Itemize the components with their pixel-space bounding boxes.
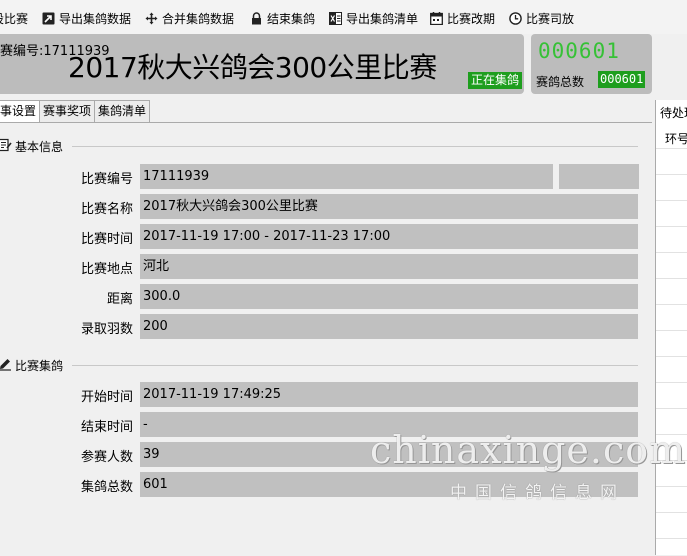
race-location-field[interactable]: 河北 [140, 254, 638, 279]
admitted-count-field[interactable]: 200 [140, 314, 638, 339]
tab-race-settings[interactable]: 事设置 [0, 100, 41, 122]
race-name-label: 比赛名称 [80, 202, 133, 217]
tab-race-awards[interactable]: 赛事奖项 [39, 100, 96, 122]
list-row-divider [656, 174, 687, 175]
pigeon-total-value: 000601 [598, 71, 646, 88]
race-header-panel: 赛编号:17111939 2017秋大兴鸽会300公里比赛 正在集鸽 [0, 34, 524, 94]
collection-total-label: 集鸽总数 [80, 480, 133, 495]
distance-field[interactable]: 300.0 [140, 284, 638, 309]
list-row-divider [656, 200, 687, 201]
basic-info-heading: 基本信息 [0, 138, 63, 154]
site-watermark-cn: 中国信鸽信息网 [450, 483, 625, 503]
distance-label: 距离 [106, 292, 133, 307]
merge-collection-data-label: 合并集鸽数据 [162, 11, 235, 26]
tab-bar: 事设置 赛事奖项 集鸽清单 [0, 100, 151, 122]
site-watermark: chinaxinge.com [370, 428, 687, 472]
list-row-divider [656, 538, 687, 539]
race-time-field[interactable]: 2017-11-19 17:00 - 2017-11-23 17:00 [140, 224, 638, 249]
list-row-divider [656, 512, 687, 513]
list-row-divider [656, 408, 687, 409]
list-row-divider [656, 252, 687, 253]
set-race-label: 设比赛 [0, 11, 29, 26]
admitted-count-row: 录取羽数 200 [0, 314, 640, 339]
note-icon [0, 138, 12, 155]
start-time-row: 开始时间 2017-11-19 17:49:25 [0, 382, 640, 407]
race-time-label: 比赛时间 [80, 232, 133, 247]
reschedule-race-label: 比赛改期 [447, 11, 496, 26]
list-row-divider [656, 486, 687, 487]
race-time-row: 比赛时间 2017-11-19 17:00 - 2017-11-23 17:00 [0, 224, 640, 249]
tab-collection-list[interactable]: 集鸽清单 [94, 100, 151, 122]
clock-icon [509, 11, 522, 25]
race-name-row: 比赛名称 2017秋大兴鸽会300公里比赛 [0, 194, 640, 219]
export-collection-data-label: 导出集鸽数据 [59, 11, 132, 26]
participant-count-label: 参赛人数 [80, 450, 133, 465]
distance-row: 距离 300.0 [0, 284, 640, 309]
start-time-label: 开始时间 [80, 390, 133, 405]
race-number-row: 比赛编号 17111939 [0, 164, 640, 189]
calendar-icon [430, 11, 443, 25]
pending-panel: 待处理 环号 [655, 100, 687, 555]
basic-info-divider [72, 146, 638, 147]
race-release-button[interactable]: 比赛司放 [509, 9, 574, 27]
race-title: 2017秋大兴鸽会300公里比赛 [68, 51, 437, 84]
export-collection-list-button[interactable]: 导出集鸽清单 [329, 9, 418, 27]
race-name-field[interactable]: 2017秋大兴鸽会300公里比赛 [140, 194, 638, 219]
start-time-field[interactable]: 2017-11-19 17:49:25 [140, 382, 638, 407]
ring-number-column-header[interactable]: 环号 [665, 130, 687, 147]
list-row-divider [656, 304, 687, 305]
set-race-button[interactable]: 设比赛 [0, 9, 28, 27]
collection-heading: 比赛集鸽 [0, 357, 63, 373]
race-number-field[interactable]: 17111939 [140, 164, 553, 189]
edit-icon [0, 357, 12, 374]
merge-collection-data-button[interactable]: 合并集鸽数据 [145, 9, 234, 27]
lock-icon [250, 11, 263, 25]
race-release-label: 比赛司放 [526, 11, 575, 26]
basic-info-title: 基本信息 [15, 139, 64, 154]
list-row-divider [656, 148, 687, 149]
list-row-divider [656, 330, 687, 331]
move-icon [145, 12, 158, 25]
end-collection-button[interactable]: 结束集鸽 [250, 9, 315, 27]
list-row-divider [656, 356, 687, 357]
list-row-divider [656, 226, 687, 227]
end-time-label: 结束时间 [80, 420, 133, 435]
export-icon [42, 12, 55, 25]
list-row-divider [656, 382, 687, 383]
race-number-label: 比赛编号 [80, 172, 133, 187]
pigeon-count-display: 000601 [538, 39, 620, 63]
collection-status-badge: 正在集鸽 [468, 72, 523, 89]
excel-icon [329, 11, 342, 25]
pigeon-total-label: 赛鸽总数 [536, 75, 585, 89]
toolbar: 设比赛 导出集鸽数据 合并集鸽数据 结束集鸽 导出集鸽清单 比赛改期 比赛司 [0, 0, 687, 34]
race-location-row: 比赛地点 河北 [0, 254, 640, 279]
collection-divider [72, 365, 638, 366]
export-collection-data-button[interactable]: 导出集鸽数据 [42, 9, 131, 27]
reschedule-race-button[interactable]: 比赛改期 [430, 9, 495, 27]
pending-panel-title: 待处理 [660, 106, 687, 120]
pigeon-counter-panel: 000601 赛鸽总数 000601 [531, 34, 652, 94]
race-location-label: 比赛地点 [80, 262, 133, 277]
end-collection-label: 结束集鸽 [267, 11, 316, 26]
race-number-extra-field[interactable] [559, 164, 639, 189]
export-collection-list-label: 导出集鸽清单 [346, 11, 419, 26]
list-row-divider [656, 278, 687, 279]
admitted-count-label: 录取羽数 [80, 322, 133, 337]
collection-title: 比赛集鸽 [15, 358, 64, 373]
